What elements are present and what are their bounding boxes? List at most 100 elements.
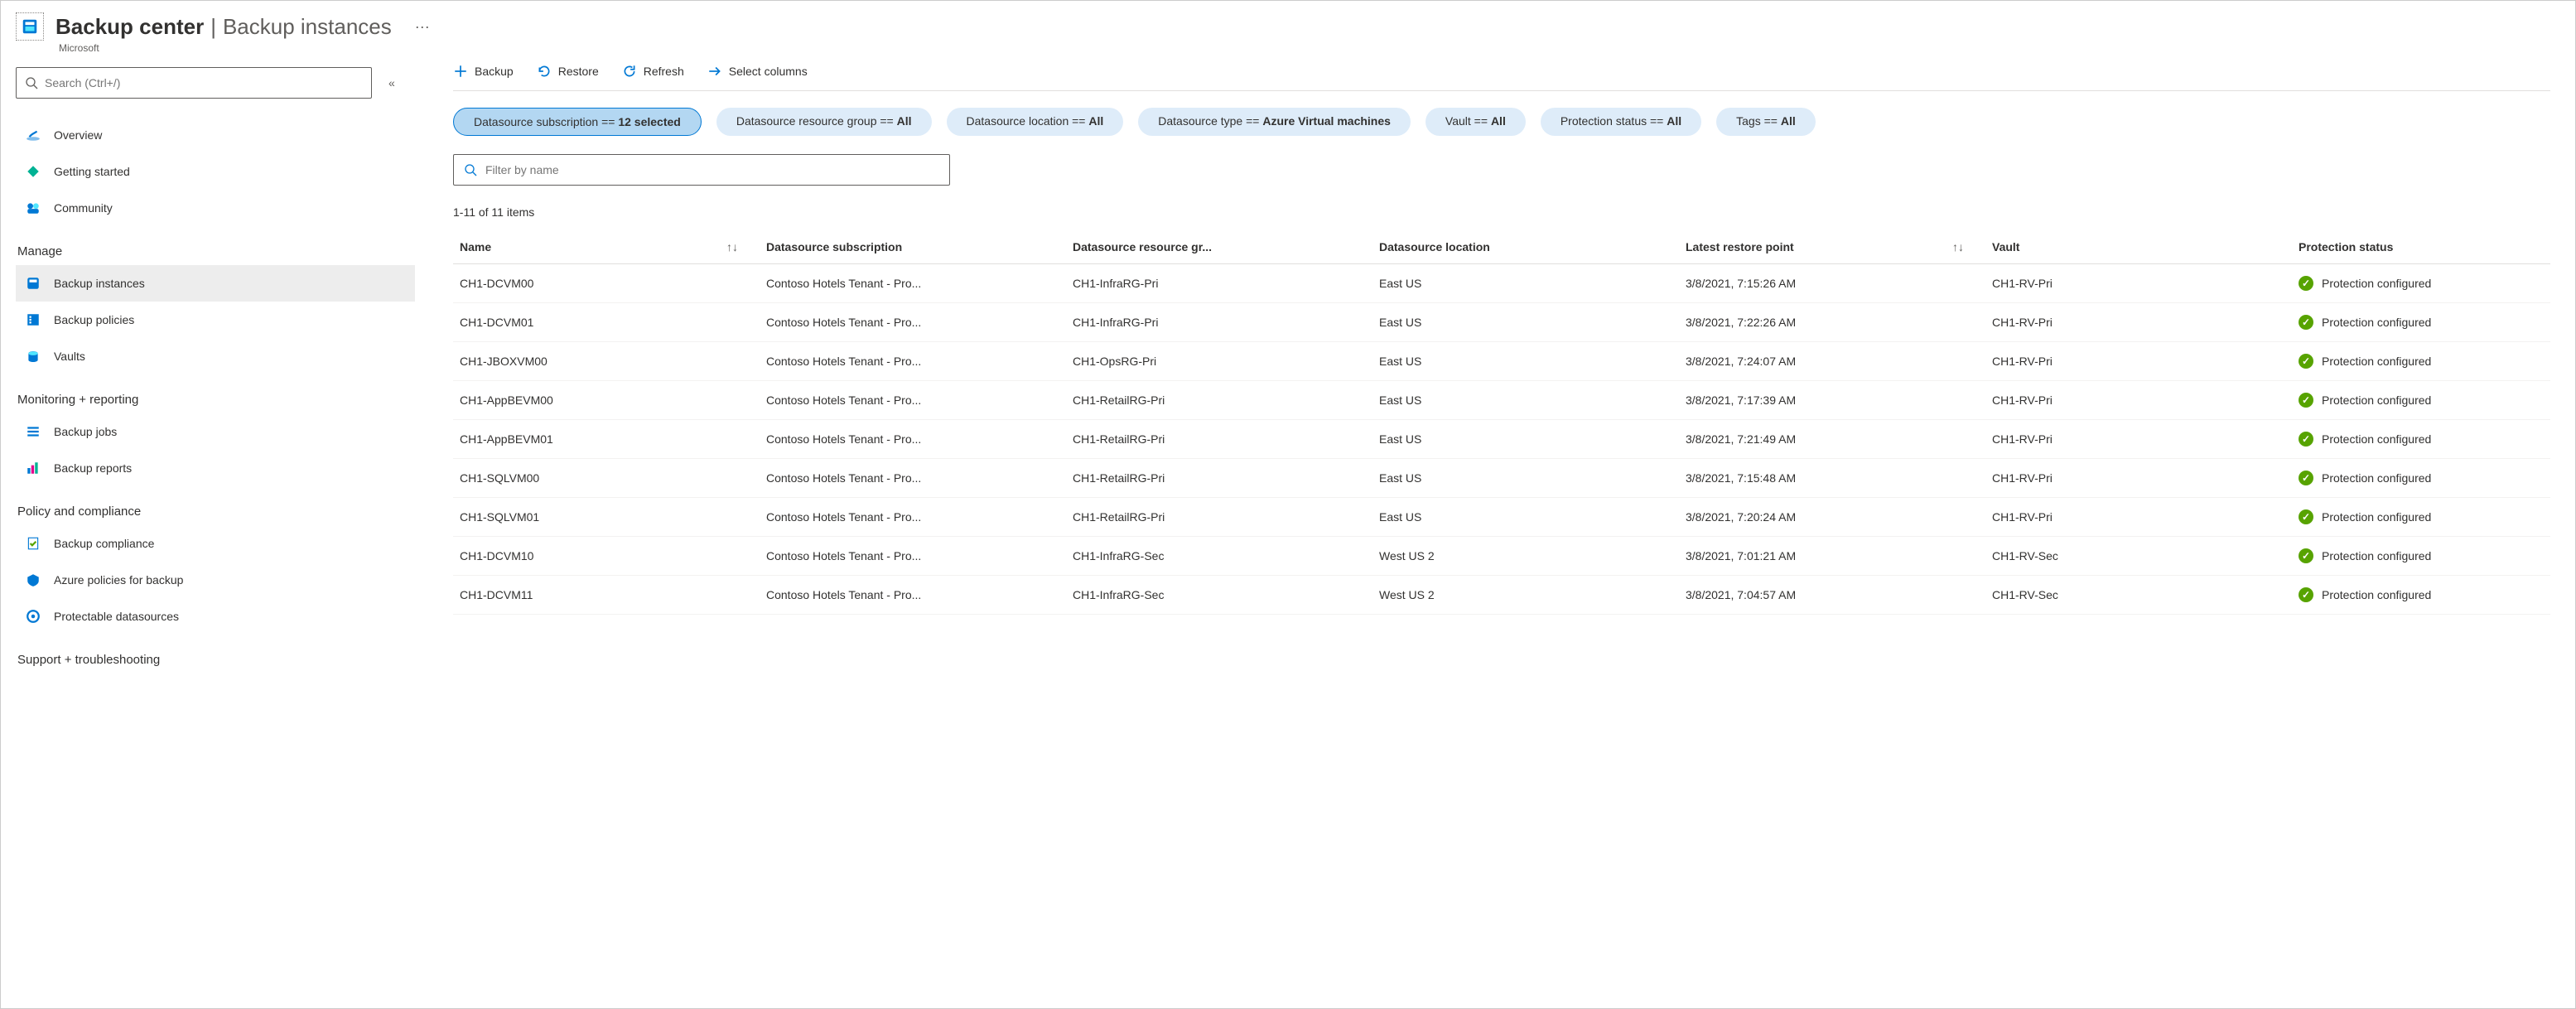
col-label: Vault — [1992, 240, 2019, 253]
cell-name[interactable]: CH1-DCVM10 — [453, 537, 760, 576]
sidebar-item-community[interactable]: Community — [16, 190, 415, 226]
backup-button[interactable]: Backup — [453, 64, 514, 79]
cell-status: Protection configured — [2292, 264, 2550, 303]
sidebar-item-vaults[interactable]: Vaults — [16, 338, 415, 374]
cell-name[interactable]: CH1-SQLVM00 — [453, 459, 760, 498]
cell-name[interactable]: CH1-DCVM01 — [453, 303, 760, 342]
refresh-button[interactable]: Refresh — [622, 64, 684, 79]
collapse-sidebar-icon[interactable]: « — [388, 76, 395, 89]
table-row[interactable]: CH1-DCVM11Contoso Hotels Tenant - Pro...… — [453, 576, 2550, 615]
col-resource-group[interactable]: Datasource resource gr... — [1066, 230, 1372, 264]
cell-name[interactable]: CH1-AppBEVM00 — [453, 381, 760, 420]
sidebar-item-backup-policies[interactable]: Backup policies — [16, 302, 415, 338]
status-ok-icon — [2299, 587, 2313, 602]
cell-resource-group: CH1-OpsRG-Pri — [1066, 342, 1372, 381]
col-subscription[interactable]: Datasource subscription — [760, 230, 1066, 264]
col-name[interactable]: Name↑↓ — [453, 230, 760, 264]
filter-tags[interactable]: Tags == All — [1716, 108, 1816, 136]
sidebar-search-input[interactable] — [45, 76, 363, 89]
select-columns-button[interactable]: Select columns — [707, 64, 808, 79]
col-vault[interactable]: Vault — [1985, 230, 2292, 264]
sidebar-item-label: Protectable datasources — [54, 610, 179, 623]
cell-name[interactable]: CH1-AppBEVM01 — [453, 420, 760, 459]
section-monitoring: Monitoring + reporting — [17, 393, 415, 407]
plus-icon — [453, 64, 468, 79]
vaults-icon — [24, 349, 42, 364]
filter-vault[interactable]: Vault == All — [1425, 108, 1526, 136]
col-location[interactable]: Datasource location — [1372, 230, 1679, 264]
more-icon[interactable]: ··· — [415, 18, 430, 36]
filter-resource-group[interactable]: Datasource resource group == All — [716, 108, 932, 136]
table-row[interactable]: CH1-SQLVM00Contoso Hotels Tenant - Pro..… — [453, 459, 2550, 498]
sidebar-item-azure-policies[interactable]: Azure policies for backup — [16, 562, 415, 598]
cell-status: Protection configured — [2292, 420, 2550, 459]
cell-location: West US 2 — [1372, 576, 1679, 615]
cell-location: East US — [1372, 342, 1679, 381]
tenant-label: Microsoft — [1, 42, 2575, 54]
sidebar-item-label: Backup compliance — [54, 537, 154, 550]
sidebar-item-backup-instances[interactable]: Backup instances — [16, 265, 415, 302]
filter-by-name[interactable] — [453, 154, 950, 186]
cell-name[interactable]: CH1-DCVM00 — [453, 264, 760, 303]
col-label: Datasource subscription — [766, 240, 902, 253]
table-row[interactable]: CH1-AppBEVM00Contoso Hotels Tenant - Pro… — [453, 381, 2550, 420]
sidebar-search[interactable] — [16, 67, 372, 99]
cell-vault: CH1-RV-Pri — [1985, 498, 2292, 537]
status-text: Protection configured — [2322, 277, 2431, 290]
sidebar-item-label: Vaults — [54, 350, 85, 363]
toolbar-label: Restore — [558, 65, 599, 78]
title-separator: | — [210, 14, 216, 40]
filter-protection-status[interactable]: Protection status == All — [1541, 108, 1701, 136]
sidebar-item-backup-compliance[interactable]: Backup compliance — [16, 525, 415, 562]
cell-restore-point: 3/8/2021, 7:21:49 AM — [1679, 420, 1985, 459]
cell-status: Protection configured — [2292, 381, 2550, 420]
table-row[interactable]: CH1-JBOXVM00Contoso Hotels Tenant - Pro.… — [453, 342, 2550, 381]
status-text: Protection configured — [2322, 432, 2431, 446]
table-row[interactable]: CH1-DCVM00Contoso Hotels Tenant - Pro...… — [453, 264, 2550, 303]
page-subtitle: Backup instances — [223, 14, 392, 40]
overview-icon — [24, 128, 42, 142]
refresh-icon — [622, 64, 637, 79]
status-text: Protection configured — [2322, 510, 2431, 524]
filter-value: 12 selected — [618, 115, 681, 128]
col-status[interactable]: Protection status — [2292, 230, 2550, 264]
cell-vault: CH1-RV-Pri — [1985, 264, 2292, 303]
table-row[interactable]: CH1-DCVM01Contoso Hotels Tenant - Pro...… — [453, 303, 2550, 342]
status-ok-icon — [2299, 276, 2313, 291]
sidebar-item-label: Backup policies — [54, 313, 134, 326]
cell-name[interactable]: CH1-DCVM11 — [453, 576, 760, 615]
status-text: Protection configured — [2322, 393, 2431, 407]
status-ok-icon — [2299, 432, 2313, 447]
filter-value: All — [1088, 114, 1103, 128]
cell-subscription: Contoso Hotels Tenant - Pro... — [760, 264, 1066, 303]
sort-icon[interactable]: ↑↓ — [726, 240, 738, 253]
sidebar-item-protectable-datasources[interactable]: Protectable datasources — [16, 598, 415, 635]
filter-label: Vault == — [1445, 114, 1491, 128]
status-text: Protection configured — [2322, 316, 2431, 329]
restore-button[interactable]: Restore — [537, 64, 599, 79]
sidebar-item-overview[interactable]: Overview — [16, 117, 415, 153]
sidebar-item-backup-jobs[interactable]: Backup jobs — [16, 413, 415, 450]
cell-resource-group: CH1-RetailRG-Pri — [1066, 459, 1372, 498]
table-row[interactable]: CH1-DCVM10Contoso Hotels Tenant - Pro...… — [453, 537, 2550, 576]
cell-name[interactable]: CH1-SQLVM01 — [453, 498, 760, 537]
table-row[interactable]: CH1-AppBEVM01Contoso Hotels Tenant - Pro… — [453, 420, 2550, 459]
sort-icon[interactable]: ↑↓ — [1952, 240, 1964, 253]
search-icon — [464, 163, 477, 176]
col-label: Latest restore point — [1686, 240, 1794, 253]
col-restore-point[interactable]: Latest restore point ↑↓ — [1679, 230, 1985, 264]
cell-location: East US — [1372, 381, 1679, 420]
filter-location[interactable]: Datasource location == All — [947, 108, 1124, 136]
sidebar-item-backup-reports[interactable]: Backup reports — [16, 450, 415, 486]
cell-vault: CH1-RV-Sec — [1985, 576, 2292, 615]
table-row[interactable]: CH1-SQLVM01Contoso Hotels Tenant - Pro..… — [453, 498, 2550, 537]
filter-subscription[interactable]: Datasource subscription == 12 selected — [453, 108, 702, 136]
section-manage: Manage — [17, 244, 415, 258]
filter-type[interactable]: Datasource type == Azure Virtual machine… — [1138, 108, 1411, 136]
filter-by-name-input[interactable] — [485, 163, 939, 176]
cell-subscription: Contoso Hotels Tenant - Pro... — [760, 342, 1066, 381]
cell-name[interactable]: CH1-JBOXVM00 — [453, 342, 760, 381]
sidebar-item-getting-started[interactable]: Getting started — [16, 153, 415, 190]
filter-value: All — [1781, 114, 1796, 128]
cell-restore-point: 3/8/2021, 7:04:57 AM — [1679, 576, 1985, 615]
